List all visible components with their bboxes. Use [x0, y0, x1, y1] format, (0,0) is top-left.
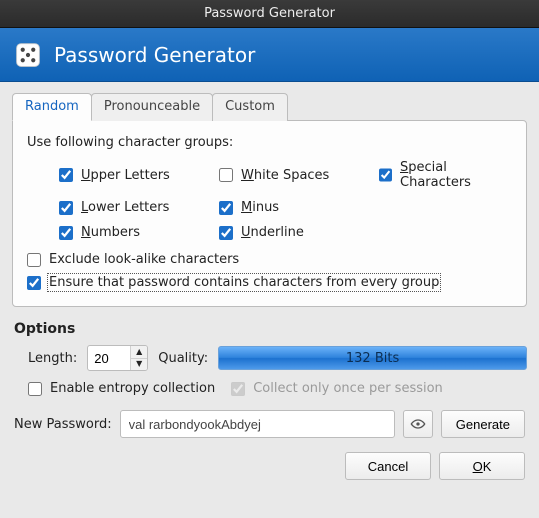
checkbox-ensure-label: Ensure that password contains characters… [49, 275, 439, 290]
mode-tabs: Random Pronounceable Custom [12, 93, 527, 121]
tabpanel-random: Use following character groups: Upper Le… [12, 120, 527, 307]
new-password-row: New Password: Generate [14, 410, 525, 438]
length-label: Length: [28, 351, 77, 366]
options-section-title: Options [14, 321, 527, 337]
checkbox-collect-label: Collect only once per session [253, 381, 443, 396]
checkbox-numbers[interactable]: Numbers [59, 225, 219, 240]
checkbox-lower-input[interactable] [59, 201, 73, 215]
character-groups-label: Use following character groups: [27, 135, 512, 150]
dice-icon [14, 41, 42, 69]
quality-value: 132 Bits [346, 351, 399, 366]
checkbox-underline-label: Underline [241, 225, 304, 240]
checkbox-upper-label: Upper Letters [81, 168, 170, 183]
length-spin-buttons: ▲ ▼ [130, 346, 147, 370]
checkbox-ensure-input[interactable] [27, 276, 41, 290]
checkbox-minus-label: Minus [241, 200, 279, 215]
checkbox-special-input[interactable] [379, 168, 392, 182]
options-row-2: Enable entropy collection Collect only o… [28, 381, 527, 396]
checkbox-collect-input [231, 382, 245, 396]
checkbox-upper-input[interactable] [59, 168, 73, 182]
eye-icon [410, 416, 426, 432]
cancel-button[interactable]: Cancel [345, 452, 431, 480]
checkbox-ensure-every-group[interactable]: Ensure that password contains characters… [27, 275, 512, 290]
checkbox-special-characters[interactable]: Special Characters [379, 160, 512, 190]
new-password-input[interactable] [120, 410, 395, 438]
ok-button[interactable]: OK [439, 452, 525, 480]
checkbox-underline-input[interactable] [219, 226, 233, 240]
checkbox-exclude-label: Exclude look-alike characters [49, 252, 239, 267]
checkbox-underline[interactable]: Underline [219, 225, 379, 240]
length-spin-up[interactable]: ▲ [131, 346, 147, 358]
checkbox-lower-letters[interactable]: Lower Letters [59, 200, 219, 215]
dialog-buttons: Cancel OK [14, 452, 525, 480]
length-stepper[interactable]: ▲ ▼ [87, 345, 148, 371]
checkbox-lower-label: Lower Letters [81, 200, 169, 215]
checkbox-white-input[interactable] [219, 168, 233, 182]
window-title: Password Generator [204, 6, 335, 21]
checkbox-numbers-label: Numbers [81, 225, 140, 240]
window-titlebar: Password Generator [0, 0, 539, 28]
quality-meter: 132 Bits [218, 346, 527, 370]
character-groups-grid: Upper Letters White Spaces Special Chara… [59, 160, 512, 240]
tab-custom[interactable]: Custom [212, 93, 288, 121]
banner-title: Password Generator [54, 43, 255, 67]
content-area: Random Pronounceable Custom Use followin… [0, 82, 539, 490]
checkbox-white-spaces[interactable]: White Spaces [219, 160, 379, 190]
checkbox-special-label: Special Characters [400, 160, 512, 190]
tab-pronounceable[interactable]: Pronounceable [91, 93, 213, 121]
length-input[interactable] [88, 346, 130, 370]
checkbox-exclude-lookalike[interactable]: Exclude look-alike characters [27, 252, 512, 267]
checkbox-entropy-input[interactable] [28, 382, 42, 396]
length-spin-down[interactable]: ▼ [131, 358, 147, 370]
checkbox-entropy-label: Enable entropy collection [50, 381, 215, 396]
generate-button[interactable]: Generate [441, 410, 525, 438]
quality-label: Quality: [158, 351, 208, 366]
checkbox-numbers-input[interactable] [59, 226, 73, 240]
toggle-visibility-button[interactable] [403, 410, 433, 438]
checkbox-minus[interactable]: Minus [219, 200, 379, 215]
checkbox-minus-input[interactable] [219, 201, 233, 215]
checkbox-collect-once: Collect only once per session [231, 381, 443, 396]
checkbox-white-label: White Spaces [241, 168, 329, 183]
tab-random[interactable]: Random [12, 93, 92, 121]
checkbox-enable-entropy[interactable]: Enable entropy collection [28, 381, 215, 396]
new-password-label: New Password: [14, 417, 112, 432]
checkbox-upper-letters[interactable]: Upper Letters [59, 160, 219, 190]
checkbox-exclude-input[interactable] [27, 253, 41, 267]
options-row-1: Length: ▲ ▼ Quality: 132 Bits [28, 345, 527, 371]
banner: Password Generator [0, 28, 539, 82]
